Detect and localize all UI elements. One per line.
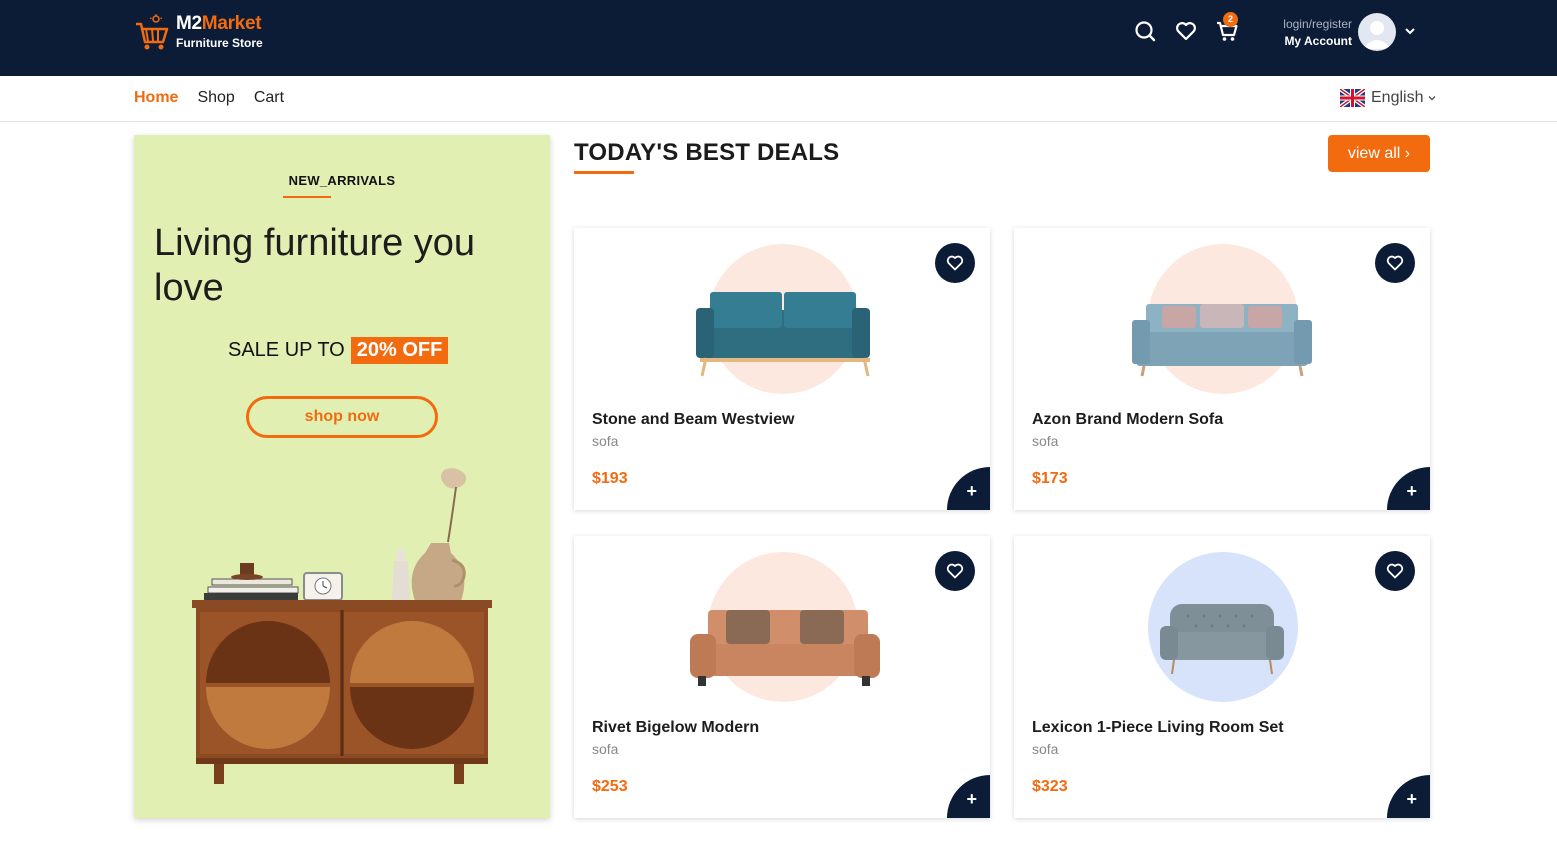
view-all-button[interactable]: view all › <box>1328 135 1430 172</box>
add-to-wishlist-button[interactable] <box>935 243 975 283</box>
blue-sofa-image <box>696 292 870 377</box>
plus-icon: + <box>1406 789 1417 809</box>
add-to-cart-button[interactable]: + <box>947 467 990 510</box>
nav-links: Home Shop Cart <box>134 89 284 107</box>
brand-logo[interactable]: M2Market Furniture Store <box>134 14 263 52</box>
product-card[interactable]: Stone and Beam Westview sofa $193 + <box>574 228 990 510</box>
add-to-wishlist-button[interactable] <box>1375 243 1415 283</box>
product-category: sofa <box>592 433 619 449</box>
account-menu[interactable]: login/register My Account <box>1262 16 1352 50</box>
nav-item-cart[interactable]: Cart <box>254 89 284 107</box>
product-category: sofa <box>592 741 619 757</box>
login-register-link[interactable]: login/register <box>1262 16 1352 32</box>
top-header: M2Market Furniture Store 2 login/registe… <box>0 0 1557 76</box>
plus-icon: + <box>966 481 977 501</box>
grey-tufted-sofa-image <box>1160 604 1284 675</box>
cart-count-badge: 2 <box>1223 12 1238 27</box>
add-to-wishlist-button[interactable] <box>1375 551 1415 591</box>
add-to-cart-button[interactable]: + <box>1387 467 1430 510</box>
sideboard-illustration <box>192 468 492 784</box>
product-name[interactable]: Stone and Beam Westview <box>592 411 794 429</box>
product-price: $193 <box>592 470 628 487</box>
heart-icon <box>1386 563 1404 579</box>
chevron-down-icon <box>1428 96 1436 101</box>
heart-icon <box>946 563 964 579</box>
sale-percent-badge: 20% OFF <box>350 337 449 364</box>
product-name[interactable]: Azon Brand Modern Sofa <box>1032 411 1223 429</box>
plus-icon: + <box>1406 481 1417 501</box>
section-title: TODAY'S BEST DEALS <box>574 139 840 166</box>
main-navigation: Home Shop Cart English <box>0 76 1557 122</box>
product-price: $173 <box>1032 470 1068 487</box>
promo-sale-text: SALE UP TO 20% OFF <box>228 337 449 364</box>
add-to-cart-button[interactable]: + <box>1387 775 1430 818</box>
brand-name: M2Market <box>176 13 262 34</box>
user-avatar[interactable] <box>1358 13 1396 51</box>
search-icon[interactable] <box>1134 20 1156 42</box>
promo-tag: NEW_ARRIVALS <box>288 173 396 188</box>
new-arrivals-banner: NEW_ARRIVALS Living furniture you love S… <box>134 135 550 818</box>
my-account-label[interactable]: My Account <box>1262 32 1352 50</box>
product-price: $253 <box>592 778 628 795</box>
sale-prefix: SALE UP TO <box>228 339 345 361</box>
wishlist-heart-icon[interactable] <box>1175 20 1197 42</box>
product-card[interactable]: Lexicon 1-Piece Living Room Set sofa $32… <box>1014 536 1430 818</box>
shopping-cart-logo-icon <box>136 14 169 50</box>
uk-flag-icon <box>1340 89 1365 107</box>
nav-item-shop[interactable]: Shop <box>197 89 234 107</box>
nav-item-home[interactable]: Home <box>134 89 178 107</box>
brand-subtitle: Furniture Store <box>176 36 263 50</box>
tan-sofa-image <box>690 610 880 686</box>
product-category: sofa <box>1032 433 1059 449</box>
promo-tag-underline <box>283 196 331 198</box>
product-card[interactable]: Rivet Bigelow Modern sofa $253 + <box>574 536 990 818</box>
product-name[interactable]: Rivet Bigelow Modern <box>592 719 759 737</box>
section-title-underline <box>574 171 634 174</box>
add-to-cart-button[interactable]: + <box>947 775 990 818</box>
product-card[interactable]: Azon Brand Modern Sofa sofa $173 + <box>1014 228 1430 510</box>
heart-icon <box>946 255 964 271</box>
heart-icon <box>1386 255 1404 271</box>
user-silhouette-icon <box>1363 21 1391 49</box>
shop-now-button[interactable]: shop now <box>246 396 438 438</box>
light-blue-sofa-image <box>1132 304 1312 377</box>
product-price: $323 <box>1032 778 1068 795</box>
language-label: English <box>1371 89 1424 106</box>
plus-icon: + <box>966 789 977 809</box>
product-category: sofa <box>1032 741 1059 757</box>
promo-title: Living furniture you love <box>154 222 476 309</box>
language-selector[interactable]: English <box>1340 89 1437 107</box>
product-name[interactable]: Lexicon 1-Piece Living Room Set <box>1032 719 1284 737</box>
chevron-down-icon[interactable] <box>1404 25 1416 37</box>
add-to-wishlist-button[interactable] <box>935 551 975 591</box>
